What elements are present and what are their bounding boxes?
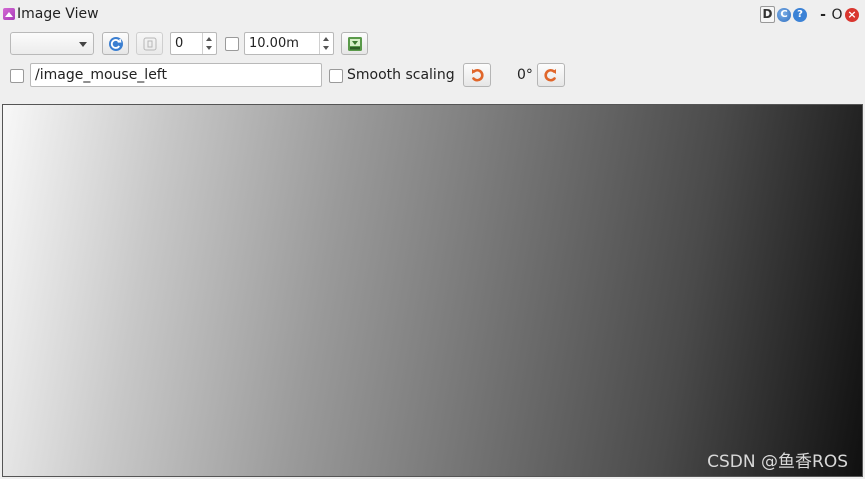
maximize-button[interactable]: O [831,7,843,23]
spin-up-icon[interactable] [323,37,329,41]
window-title: Image View [17,6,99,22]
rotate-right-button[interactable] [537,63,565,87]
number-spinbox-value: 0 [175,36,184,51]
mouse-topic-field[interactable] [30,63,322,87]
distance-spinbox-arrows[interactable] [319,33,333,54]
dock-button[interactable]: D [760,6,775,23]
reload-plugin-icon[interactable]: C [777,7,791,22]
smooth-scaling-label: Smooth scaling [347,67,455,83]
close-button[interactable]: × [845,7,859,22]
chevron-down-icon [79,42,87,47]
rotate-right-icon [544,68,556,82]
image-display[interactable]: CSDN @鱼香ROS [2,104,863,477]
save-image-icon [347,36,362,51]
distance-checkbox[interactable] [225,37,239,51]
toolbar-row-1: 0 10.00m [0,31,865,57]
title-bar: Image View D C ? - O × [0,0,865,28]
app-icon [3,8,15,20]
minimize-button[interactable]: - [817,7,829,23]
title-bar-buttons: D C ? - O × [760,6,859,23]
spin-up-icon[interactable] [206,37,212,41]
help-button[interactable]: ? [793,7,807,22]
smooth-scaling-checkbox[interactable] [329,69,343,83]
spin-down-icon[interactable] [206,46,212,50]
number-spinbox[interactable]: 0 [170,32,217,55]
rotate-left-button[interactable] [463,63,491,87]
distance-spinbox-value: 10.00m [249,36,299,51]
zoom-icon [143,37,156,50]
image-view-window: Image View D C ? - O × 0 10.00m /image_m… [0,0,865,479]
save-image-button[interactable] [341,32,368,55]
toolbar-row-2: Smooth scaling 0° [0,63,865,89]
topic-combo[interactable] [10,32,94,55]
watermark-text: CSDN @鱼香ROS [707,452,848,472]
distance-spinbox[interactable]: 10.00m [244,32,334,55]
number-spinbox-arrows[interactable] [202,33,216,54]
spin-down-icon[interactable] [323,46,329,50]
refresh-icon [108,36,123,51]
mouse-publish-checkbox[interactable] [10,69,24,83]
rotate-left-icon [472,68,484,82]
zoom-fit-button[interactable] [136,32,163,55]
refresh-topics-button[interactable] [102,32,129,55]
rotation-angle-label: 0° [517,67,533,83]
